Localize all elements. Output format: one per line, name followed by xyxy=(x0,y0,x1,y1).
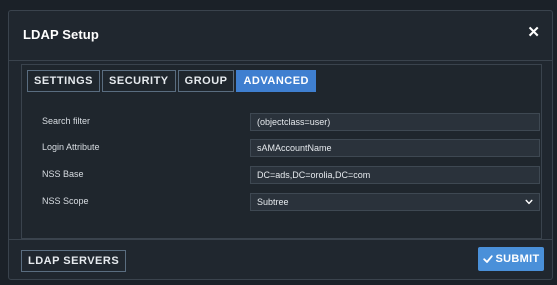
nss-scope-label: NSS Scope xyxy=(42,196,89,206)
nss-base-label: NSS Base xyxy=(42,169,84,179)
tab-advanced[interactable]: ADVANCED xyxy=(236,70,317,92)
submit-label: SUBMIT xyxy=(495,253,540,265)
dialog-footer: LDAP SERVERS SUBMIT xyxy=(9,239,552,279)
search-filter-input[interactable] xyxy=(250,113,540,131)
tab-bar: SETTINGS SECURITY GROUP ADVANCED xyxy=(27,70,317,92)
tab-group[interactable]: GROUP xyxy=(177,70,235,92)
nss-scope-select[interactable]: Subtree xyxy=(250,193,540,211)
dialog-title: LDAP Setup xyxy=(23,27,99,42)
settings-panel: SETTINGS SECURITY GROUP ADVANCED Search … xyxy=(21,64,542,239)
ldap-servers-button[interactable]: LDAP SERVERS xyxy=(21,250,127,272)
login-attribute-row: Login Attribute xyxy=(42,139,542,159)
login-attribute-label: Login Attribute xyxy=(42,142,100,152)
submit-button[interactable]: SUBMIT xyxy=(478,247,544,271)
chevron-down-icon xyxy=(525,199,533,205)
nss-base-row: NSS Base xyxy=(42,166,542,186)
search-filter-row: Search filter xyxy=(42,113,542,133)
tab-security[interactable]: SECURITY xyxy=(102,70,176,92)
ldap-setup-dialog: LDAP Setup ✕ SETTINGS SECURITY GROUP ADV… xyxy=(8,10,553,280)
dialog-header: LDAP Setup ✕ xyxy=(9,11,552,61)
search-filter-label: Search filter xyxy=(42,116,91,126)
check-icon xyxy=(482,255,493,263)
login-attribute-input[interactable] xyxy=(250,139,540,157)
tab-settings[interactable]: SETTINGS xyxy=(27,70,101,92)
nss-base-input[interactable] xyxy=(250,166,540,184)
nss-scope-value: Subtree xyxy=(257,197,289,207)
close-icon[interactable]: ✕ xyxy=(527,24,540,42)
nss-scope-row: NSS Scope Subtree xyxy=(42,193,542,213)
